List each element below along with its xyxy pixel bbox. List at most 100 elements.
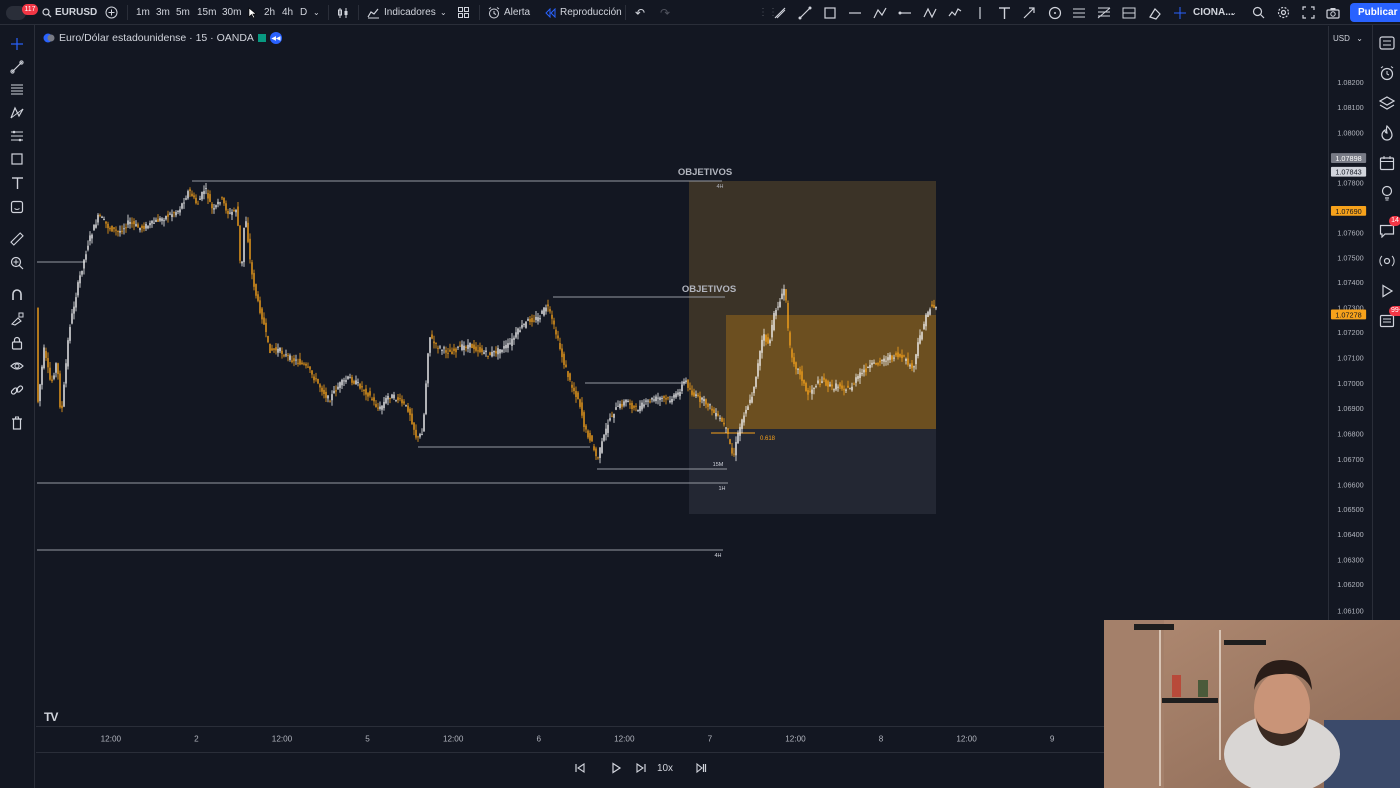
compare-symbol-button[interactable] bbox=[105, 0, 118, 25]
fib-retracement-icon[interactable] bbox=[8, 81, 26, 99]
user-dropdown-chevron-icon[interactable]: ⌄ bbox=[1230, 0, 1237, 25]
horizontal-ray-icon[interactable] bbox=[898, 0, 912, 25]
projection-icon[interactable] bbox=[8, 127, 26, 145]
trash-icon[interactable] bbox=[8, 414, 26, 432]
calendar-icon[interactable] bbox=[1378, 154, 1396, 172]
alert-button[interactable]: Alerta bbox=[488, 0, 530, 25]
candle-body bbox=[739, 427, 741, 436]
currency-selector[interactable]: USD ⌄ bbox=[1330, 31, 1366, 45]
candle-body bbox=[471, 343, 473, 349]
indicators-label: Indicadores bbox=[384, 7, 436, 18]
path-icon[interactable] bbox=[873, 0, 887, 25]
layers-icon[interactable] bbox=[1378, 94, 1396, 112]
snapshot-camera-icon[interactable] bbox=[1326, 0, 1340, 25]
candle-style-button[interactable] bbox=[337, 0, 349, 25]
gann-box-icon[interactable] bbox=[1122, 0, 1136, 25]
layout-templates-button[interactable] bbox=[458, 0, 469, 25]
news-icon[interactable]: 99+ bbox=[1378, 306, 1400, 330]
timeframe-3m[interactable]: 3m bbox=[156, 0, 170, 25]
candle-body bbox=[261, 308, 263, 320]
symbol-search-button[interactable]: EURUSD bbox=[42, 0, 97, 25]
replay-button[interactable]: Reproducción bbox=[545, 0, 622, 25]
candle-body bbox=[81, 270, 83, 275]
replay-speed-button[interactable]: 10x bbox=[654, 758, 676, 778]
crosshair-icon[interactable] bbox=[1173, 0, 1187, 25]
timeframe-label-4h-bottom[interactable]: 4H bbox=[714, 553, 721, 559]
publish-button[interactable]: Publicar bbox=[1350, 3, 1400, 22]
jump-to-start-icon[interactable] bbox=[571, 758, 589, 778]
eye-icon[interactable] bbox=[8, 357, 26, 375]
indicators-button[interactable]: Indicadores bbox=[367, 0, 436, 25]
stop-zone-lower[interactable] bbox=[689, 429, 936, 514]
fib-retracement-icon[interactable] bbox=[1097, 0, 1111, 25]
indicators-dropdown-chevron-icon[interactable]: ⌄ bbox=[440, 0, 447, 25]
timeframe-15m[interactable]: 15m bbox=[197, 0, 216, 25]
timeframe-4h[interactable]: 4h bbox=[282, 0, 293, 25]
undo-icon[interactable]: ↶ bbox=[635, 0, 645, 25]
fib-level-label[interactable]: 0.618 bbox=[760, 436, 776, 442]
play-icon[interactable] bbox=[1378, 282, 1396, 300]
timeframe-d[interactable]: D bbox=[300, 0, 307, 25]
timeframe-30m[interactable]: 30m bbox=[222, 0, 241, 25]
rectangle-icon[interactable] bbox=[823, 0, 837, 25]
link-icon[interactable] bbox=[8, 381, 26, 399]
target-zone-upper-left[interactable] bbox=[689, 315, 726, 429]
sticker-icon[interactable] bbox=[8, 198, 26, 216]
polyline-icon[interactable] bbox=[948, 0, 962, 25]
vertical-line-icon[interactable] bbox=[975, 0, 985, 25]
replay-mode-icon[interactable]: ◀◀ bbox=[269, 32, 282, 44]
lock-drawing-icon[interactable] bbox=[8, 310, 26, 328]
settings-gear-icon[interactable] bbox=[1277, 0, 1290, 25]
trendline-icon[interactable] bbox=[798, 0, 812, 25]
timeframe-1m[interactable]: 1m bbox=[136, 0, 150, 25]
price-label: 1.07278 bbox=[1335, 310, 1361, 319]
timeframe-dropdown-chevron-icon[interactable]: ⌄ bbox=[313, 0, 320, 25]
crosshair-icon[interactable] bbox=[8, 35, 26, 53]
trendline-icon[interactable] bbox=[8, 58, 26, 76]
magnet-icon[interactable] bbox=[8, 286, 26, 304]
quick-search-icon[interactable] bbox=[1252, 0, 1265, 25]
candle-body bbox=[57, 363, 59, 375]
streams-icon[interactable] bbox=[1378, 252, 1396, 270]
fullscreen-icon[interactable] bbox=[1302, 0, 1315, 25]
eraser-icon[interactable] bbox=[1148, 0, 1162, 25]
candle-body bbox=[771, 324, 773, 338]
horizontal-line-icon[interactable] bbox=[848, 0, 862, 25]
jump-to-realtime-icon[interactable] bbox=[692, 758, 710, 778]
price-label: 1.07690 bbox=[1335, 207, 1361, 216]
ideas-icon[interactable] bbox=[1378, 184, 1396, 202]
step-forward-icon[interactable] bbox=[632, 758, 650, 778]
timeframe-5m[interactable]: 5m bbox=[176, 0, 190, 25]
lock-icon[interactable] bbox=[8, 334, 26, 352]
watchlist-icon[interactable] bbox=[1378, 34, 1396, 52]
candle-body bbox=[607, 424, 609, 433]
circle-icon[interactable] bbox=[1048, 0, 1062, 25]
timeframe-label-1h[interactable]: 1H bbox=[718, 486, 725, 492]
timeframe-label-15m[interactable]: 15M bbox=[713, 462, 724, 468]
pattern-icon[interactable] bbox=[8, 104, 26, 122]
alarm-clock-icon[interactable] bbox=[1378, 64, 1396, 82]
candle-body bbox=[345, 380, 347, 382]
hotlist-icon[interactable] bbox=[1378, 124, 1396, 142]
objetivos-label-middle[interactable]: OBJETIVOS bbox=[682, 284, 736, 295]
parallel-channel-icon[interactable] bbox=[1072, 0, 1086, 25]
candle-body bbox=[825, 379, 827, 386]
user-menu-button[interactable]: 117 bbox=[6, 0, 38, 25]
zoom-icon[interactable] bbox=[8, 254, 26, 272]
redo-icon[interactable]: ↷ bbox=[660, 0, 670, 25]
candle-body bbox=[241, 261, 243, 264]
rectangle-icon[interactable] bbox=[8, 150, 26, 168]
ruler-icon[interactable] bbox=[8, 230, 26, 248]
pattern-icon[interactable] bbox=[923, 0, 937, 25]
play-icon[interactable] bbox=[607, 758, 625, 778]
candle-body bbox=[871, 362, 873, 365]
text-tool-icon[interactable] bbox=[998, 0, 1011, 25]
objetivos-label-top[interactable]: OBJETIVOS bbox=[678, 167, 732, 178]
timeframe-label-4h-top[interactable]: 4H bbox=[716, 184, 723, 190]
text-icon[interactable] bbox=[8, 174, 26, 192]
messages-icon[interactable]: 14 bbox=[1378, 216, 1400, 240]
timeframe-2h[interactable]: 2h bbox=[264, 0, 275, 25]
user-profile-label[interactable]: CIONA... bbox=[1193, 0, 1234, 25]
arrow-icon[interactable] bbox=[1022, 0, 1036, 25]
brush-icon[interactable] bbox=[773, 0, 787, 25]
